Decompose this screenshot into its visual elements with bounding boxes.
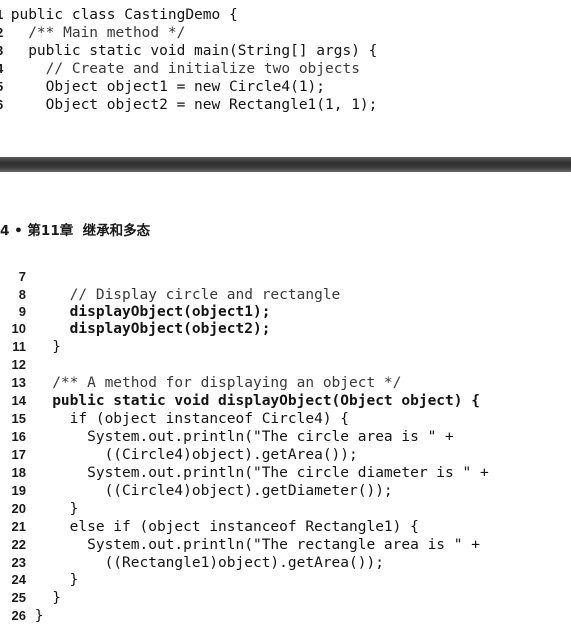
code-text: // Display circle and rectangle	[34, 287, 341, 303]
line-number: 26	[11, 608, 26, 623]
code-line: 13 /** A method for displaying an object…	[0, 374, 402, 392]
line-number: 16	[11, 429, 26, 444]
code-line: 3 public static void main(String[] args)…	[0, 42, 377, 60]
code-line: 7	[0, 268, 35, 286]
chapter-header: 4 • 第11章 继承和多态	[0, 223, 151, 239]
code-text: System.out.println("The circle diameter …	[34, 465, 489, 481]
line-number: 6	[0, 96, 3, 114]
line-number: 19	[11, 483, 26, 498]
line-number: 10	[11, 321, 26, 336]
code-text: System.out.println("The rectangle area i…	[34, 537, 480, 553]
code-text: Object object2 = new Rectangle1(1, 1);	[10, 97, 378, 113]
line-number: 5	[0, 78, 3, 96]
code-text: else if (object instanceof Rectangle1) {	[34, 519, 419, 535]
code-text: displayObject(object1);	[34, 304, 271, 320]
code-line: 11 }	[0, 338, 61, 356]
line-number: 7	[18, 269, 26, 284]
line-number: 20	[11, 501, 26, 516]
line-number: 3	[0, 42, 3, 60]
bottom-page: 4 • 第11章 继承和多态 7 8 // Display circle and…	[0, 172, 571, 624]
code-line: 12	[0, 356, 35, 374]
code-text: }	[34, 339, 61, 355]
top-page: 1 public class CastingDemo { 2 /** Main …	[0, 0, 571, 157]
line-number: 4	[0, 60, 3, 78]
code-text: System.out.println("The circle area is "…	[34, 429, 454, 445]
code-line: 5 Object object1 = new Circle4(1);	[0, 78, 325, 96]
line-number: 23	[11, 555, 26, 570]
line-number: 14	[11, 393, 26, 408]
code-text: /** Main method */	[10, 25, 186, 41]
code-line: 1 public class CastingDemo {	[0, 6, 238, 24]
code-line: 16 System.out.println("The circle area i…	[0, 428, 454, 446]
code-text: ((Rectangle1)object).getArea());	[34, 555, 384, 571]
code-text: public class CastingDemo {	[10, 7, 238, 23]
code-line: 24 }	[0, 571, 79, 589]
code-line: 25 }	[0, 589, 61, 607]
code-line: 26 }	[0, 607, 44, 625]
code-text: Object object1 = new Circle4(1);	[10, 79, 326, 95]
code-line: 4 // Create and initialize two objects	[0, 60, 360, 78]
line-number: 1	[0, 6, 3, 24]
line-number: 15	[11, 411, 26, 426]
page-divider	[0, 157, 571, 172]
code-line: 15 if (object instanceof Circle4) {	[0, 410, 349, 428]
line-number: 17	[11, 447, 26, 462]
line-number: 12	[11, 357, 26, 372]
code-line: 9 displayObject(object1);	[0, 303, 271, 321]
code-text: // Create and initialize two objects	[10, 61, 360, 77]
code-text: public static void displayObject(Object …	[34, 393, 480, 409]
code-line: 21 else if (object instanceof Rectangle1…	[0, 518, 419, 536]
line-number: 22	[11, 537, 26, 552]
line-number: 21	[11, 519, 26, 534]
code-line: 10 displayObject(object2);	[0, 320, 271, 338]
code-text: ((Circle4)object).getArea());	[34, 447, 358, 463]
code-text: }	[34, 572, 79, 588]
code-line: 14 public static void displayObject(Obje…	[0, 392, 480, 410]
code-line: 19 ((Circle4)object).getDiameter());	[0, 482, 393, 500]
code-text: }	[34, 590, 61, 606]
code-text: ((Circle4)object).getDiameter());	[34, 483, 393, 499]
line-number: 24	[11, 572, 26, 587]
code-text: }	[34, 608, 44, 624]
code-line: 17 ((Circle4)object).getArea());	[0, 446, 358, 464]
code-text: if (object instanceof Circle4) {	[34, 411, 350, 427]
line-number: 18	[11, 465, 26, 480]
code-text: public static void main(String[] args) {	[10, 43, 378, 59]
code-line: 22 System.out.println("The rectangle are…	[0, 536, 480, 554]
line-number: 2	[0, 24, 3, 42]
code-text: }	[34, 501, 79, 517]
code-text: /** A method for displaying an object */	[34, 375, 402, 391]
code-line: 8 // Display circle and rectangle	[0, 286, 341, 304]
line-number: 13	[11, 375, 26, 390]
code-line: 2 /** Main method */	[0, 24, 185, 42]
code-line: 18 System.out.println("The circle diamet…	[0, 464, 489, 482]
line-number: 11	[12, 339, 26, 354]
line-number: 25	[11, 590, 26, 605]
code-line: 6 Object object2 = new Rectangle1(1, 1);	[0, 96, 377, 114]
code-text: displayObject(object2);	[34, 321, 271, 337]
code-line: 23 ((Rectangle1)object).getArea());	[0, 554, 384, 572]
code-line: 20 }	[0, 500, 79, 518]
line-number: 8	[18, 287, 26, 302]
line-number: 9	[18, 304, 26, 319]
